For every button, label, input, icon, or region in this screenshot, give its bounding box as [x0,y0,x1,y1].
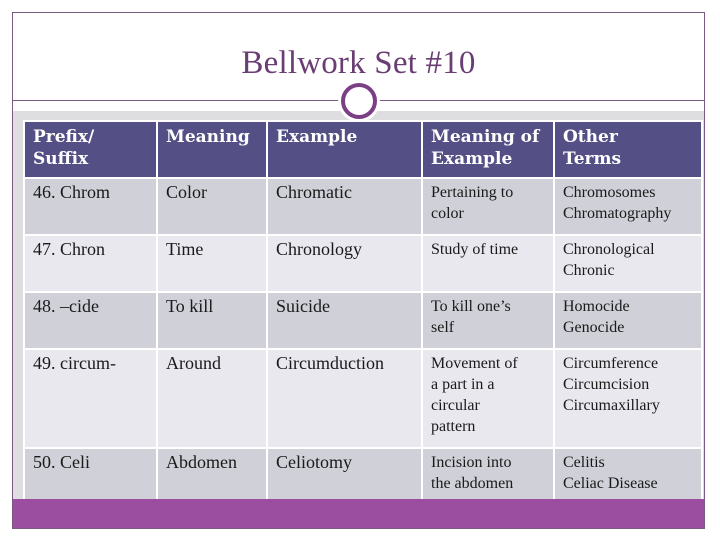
ring-ornament-icon [341,83,377,119]
content-area: Prefix/ Suffix Meaning Example Meaning o… [13,111,704,506]
header-text: Example [276,127,358,147]
header-text: Suffix [33,149,89,169]
cell-other-terms: Chronological Chronic [553,234,703,293]
table-row: 50. Celi Abdomen Celiotomy Incision into… [23,447,703,506]
header-text: Meaning of [431,127,540,147]
cell-prefix: 49. circum- [23,348,158,449]
cell-other-terms: Circumference Circumcision Circumaxillar… [553,348,703,449]
cell-example-meaning: Pertaining to color [421,177,555,236]
header-meaning: Meaning [156,120,268,179]
cell-line: Genocide [563,319,625,336]
cell-line: Homocide [563,298,630,315]
cell-line: Celitis [563,454,605,471]
cell-line: Circumference [563,355,659,372]
header-meaning-of-example: Meaning of Example [421,120,555,179]
prefix-table: Prefix/ Suffix Meaning Example Meaning o… [23,120,703,506]
cell-example-meaning: Study of time [421,234,555,293]
cell-example: Circumduction [266,348,423,449]
cell-meaning: Color [156,177,268,236]
cell-other-terms: Chromosomes Chromatography [553,177,703,236]
cell-example-meaning: Movement of a part in a circular pattern [421,348,555,449]
header-text: Terms [563,149,622,169]
cell-example: Chronology [266,234,423,293]
cell-prefix: 48. –cide [23,291,158,350]
header-row: Prefix/ Suffix Meaning Example Meaning o… [23,120,703,179]
cell-prefix: 46. Chrom [23,177,158,236]
slide-frame: Bellwork Set #10 Prefix/ Suffix Meaning [12,12,705,529]
header-text: Example [431,149,513,169]
slide-title: Bellwork Set #10 [241,45,476,81]
cell-line: Chronic [563,262,615,279]
cell-line: Movement of [431,355,518,372]
cell-meaning: Abdomen [156,447,268,506]
cell-line: pattern [431,418,476,435]
cell-line: a part in a [431,376,495,393]
cell-example-meaning: Incision into the abdomen [421,447,555,506]
cell-line: circular [431,397,480,414]
cell-meaning: Around [156,348,268,449]
cell-line: Pertaining to [431,184,514,201]
header-other-terms: Other Terms [553,120,703,179]
cell-line: Circumcision [563,376,650,393]
cell-line: To kill one’s [431,298,511,315]
table-row: 47. Chron Time Chronology Study of time … [23,234,703,293]
cell-line: Celiac Disease [563,475,658,492]
header-text: Prefix/ [33,127,95,147]
cell-line: Chromatography [563,205,672,222]
cell-example-meaning: To kill one’s self [421,291,555,350]
cell-line: the abdomen [431,475,514,492]
cell-meaning: To kill [156,291,268,350]
table-row: 49. circum- Around Circumduction Movemen… [23,348,703,449]
header-text: Meaning [166,127,250,147]
footer-bar [13,499,704,528]
cell-prefix: 47. Chron [23,234,158,293]
cell-line: self [431,319,455,336]
cell-example: Celiotomy [266,447,423,506]
cell-example: Chromatic [266,177,423,236]
cell-line: Chromosomes [563,184,656,201]
table-row: 48. –cide To kill Suicide To kill one’s … [23,291,703,350]
header-text: Other [563,127,618,147]
header-example: Example [266,120,423,179]
cell-other-terms: Homocide Genocide [553,291,703,350]
cell-example: Suicide [266,291,423,350]
cell-line: Study of time [431,241,519,258]
cell-line: Chronological [563,241,655,258]
cell-other-terms: Celitis Celiac Disease [553,447,703,506]
cell-prefix: 50. Celi [23,447,158,506]
cell-line: color [431,205,464,222]
cell-line: Circumaxillary [563,397,660,414]
table-row: 46. Chrom Color Chromatic Pertaining to … [23,177,703,236]
cell-meaning: Time [156,234,268,293]
cell-line: Incision into [431,454,512,471]
header-prefix-suffix: Prefix/ Suffix [23,120,158,179]
